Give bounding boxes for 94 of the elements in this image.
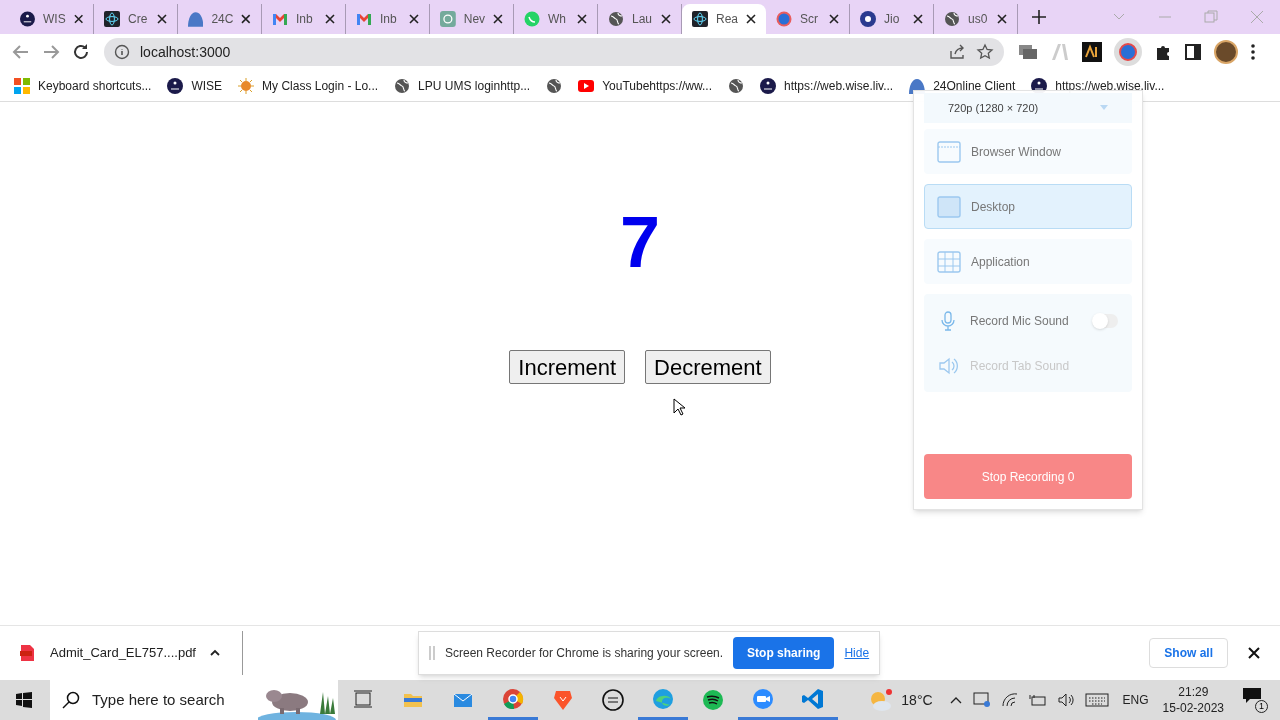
mail-icon [356,11,372,27]
keyboard-icon[interactable] [1084,693,1109,707]
close-icon[interactable] [829,14,839,24]
puzzle-icon[interactable] [1154,43,1172,61]
record-icon [776,11,792,27]
stop-sharing-button[interactable]: Stop sharing [733,637,835,669]
microphone-icon [938,310,958,331]
share-icon[interactable] [948,43,966,61]
bookmark[interactable]: LPU UMS loginhttp... [394,76,531,95]
bookmark[interactable]: https://web.wise.liv... [760,76,894,95]
caret-down-icon [1100,105,1108,111]
address-bar[interactable]: localhost:3000 [104,38,1004,66]
chrome-icon[interactable] [501,686,525,711]
video-call-icon[interactable] [751,686,775,711]
globe-icon [728,77,745,94]
clock-date[interactable]: 15-02-2023 [1162,700,1224,716]
audio-option-label: Record Mic Sound [970,312,1070,330]
close-icon[interactable] [913,14,923,24]
taskbar-search-field[interactable]: Type here to search [50,680,338,720]
close-icon[interactable] [997,14,1007,24]
windows-logo-icon [14,77,30,94]
source-option[interactable]: Browser Window [924,129,1132,174]
close-icon[interactable] [493,14,503,24]
info-icon [114,44,130,60]
bookmark[interactable]: YouTubehttps://ww... [578,76,713,95]
new-tab-icon[interactable] [1032,10,1046,24]
globe-icon [394,77,411,94]
chat-icon [524,11,540,27]
grid-icon [937,250,961,273]
source-option[interactable]: Desktop [924,184,1132,229]
hide-link[interactable]: Hide [844,644,870,662]
show-all-button[interactable]: Show all [1149,638,1228,668]
download-filename[interactable]: Admit_Card_EL757....pdf [50,643,196,663]
close-icon[interactable] [157,14,167,24]
windows-start-icon[interactable] [16,692,32,708]
bookmark[interactable]: Keyboard shortcuts... [14,76,152,95]
square-icon [937,195,961,218]
globe-icon [944,11,960,27]
star-icon[interactable] [976,43,994,61]
logo-icon [167,77,184,94]
window-icon [937,140,961,163]
side-panel-icon[interactable] [1184,43,1202,61]
pdf-icon [20,645,34,661]
speaker-icon [938,355,958,376]
close-icon[interactable] [1248,647,1260,659]
url-text: localhost:3000 [140,42,231,62]
play-icon [578,77,595,94]
notifications-button[interactable]: 1 [1242,687,1268,713]
spotify-icon[interactable] [701,688,725,712]
bookmark[interactable] [546,77,563,94]
menu-icon[interactable] [1250,43,1256,61]
counter-button[interactable]: Increment [509,350,626,384]
globe-icon [546,77,563,94]
bookmark[interactable] [728,77,745,94]
counter-value: 7 [619,206,660,278]
battery-icon[interactable] [1028,692,1047,708]
close-icon[interactable] [661,14,671,24]
globe-icon [608,11,624,27]
extension-icon[interactable] [1018,43,1038,61]
atom-icon [104,11,120,27]
language-indicator[interactable]: ENG [1122,691,1149,709]
wifi-icon[interactable] [1000,692,1019,708]
close-icon[interactable] [746,14,756,24]
mail-icon [272,11,288,27]
recorder-extension-icon[interactable] [1114,38,1142,66]
source-option[interactable]: Application [924,239,1132,284]
logo-icon [760,77,777,94]
browser-tab[interactable]: Rea [682,4,766,34]
sun-icon [238,77,255,94]
logo-icon [860,11,876,27]
search-placeholder: Type here to search [92,689,225,710]
logo-icon [20,11,35,27]
counter-button[interactable]: Decrement [645,350,771,384]
close-icon[interactable] [73,14,83,24]
drag-handle-icon[interactable] [429,646,435,660]
code-editor-icon[interactable] [801,686,825,711]
toggle-switch[interactable] [1092,313,1118,328]
clock-time[interactable]: 21:29 [1178,684,1209,700]
close-icon[interactable] [577,14,587,24]
bookmark[interactable]: WISE [167,76,223,95]
resolution-selector[interactable]: 720p (1280 × 720) [924,93,1132,123]
extension-icon[interactable] [1082,42,1102,62]
monitor-icon[interactable] [972,692,991,708]
temperature-text[interactable]: 18°C [901,689,933,711]
sharing-message: Screen Recorder for Chrome is sharing your screen. [445,645,724,662]
search-icon [62,691,80,709]
atom-icon [692,11,708,27]
close-icon[interactable] [325,14,335,24]
bookmark[interactable]: My Class Login - Lo... [238,76,379,95]
speaker-icon[interactable] [1056,692,1075,708]
avatar[interactable] [1214,40,1238,64]
close-icon[interactable] [241,14,251,24]
close-icon[interactable] [409,14,419,24]
cursor-icon [673,398,685,416]
